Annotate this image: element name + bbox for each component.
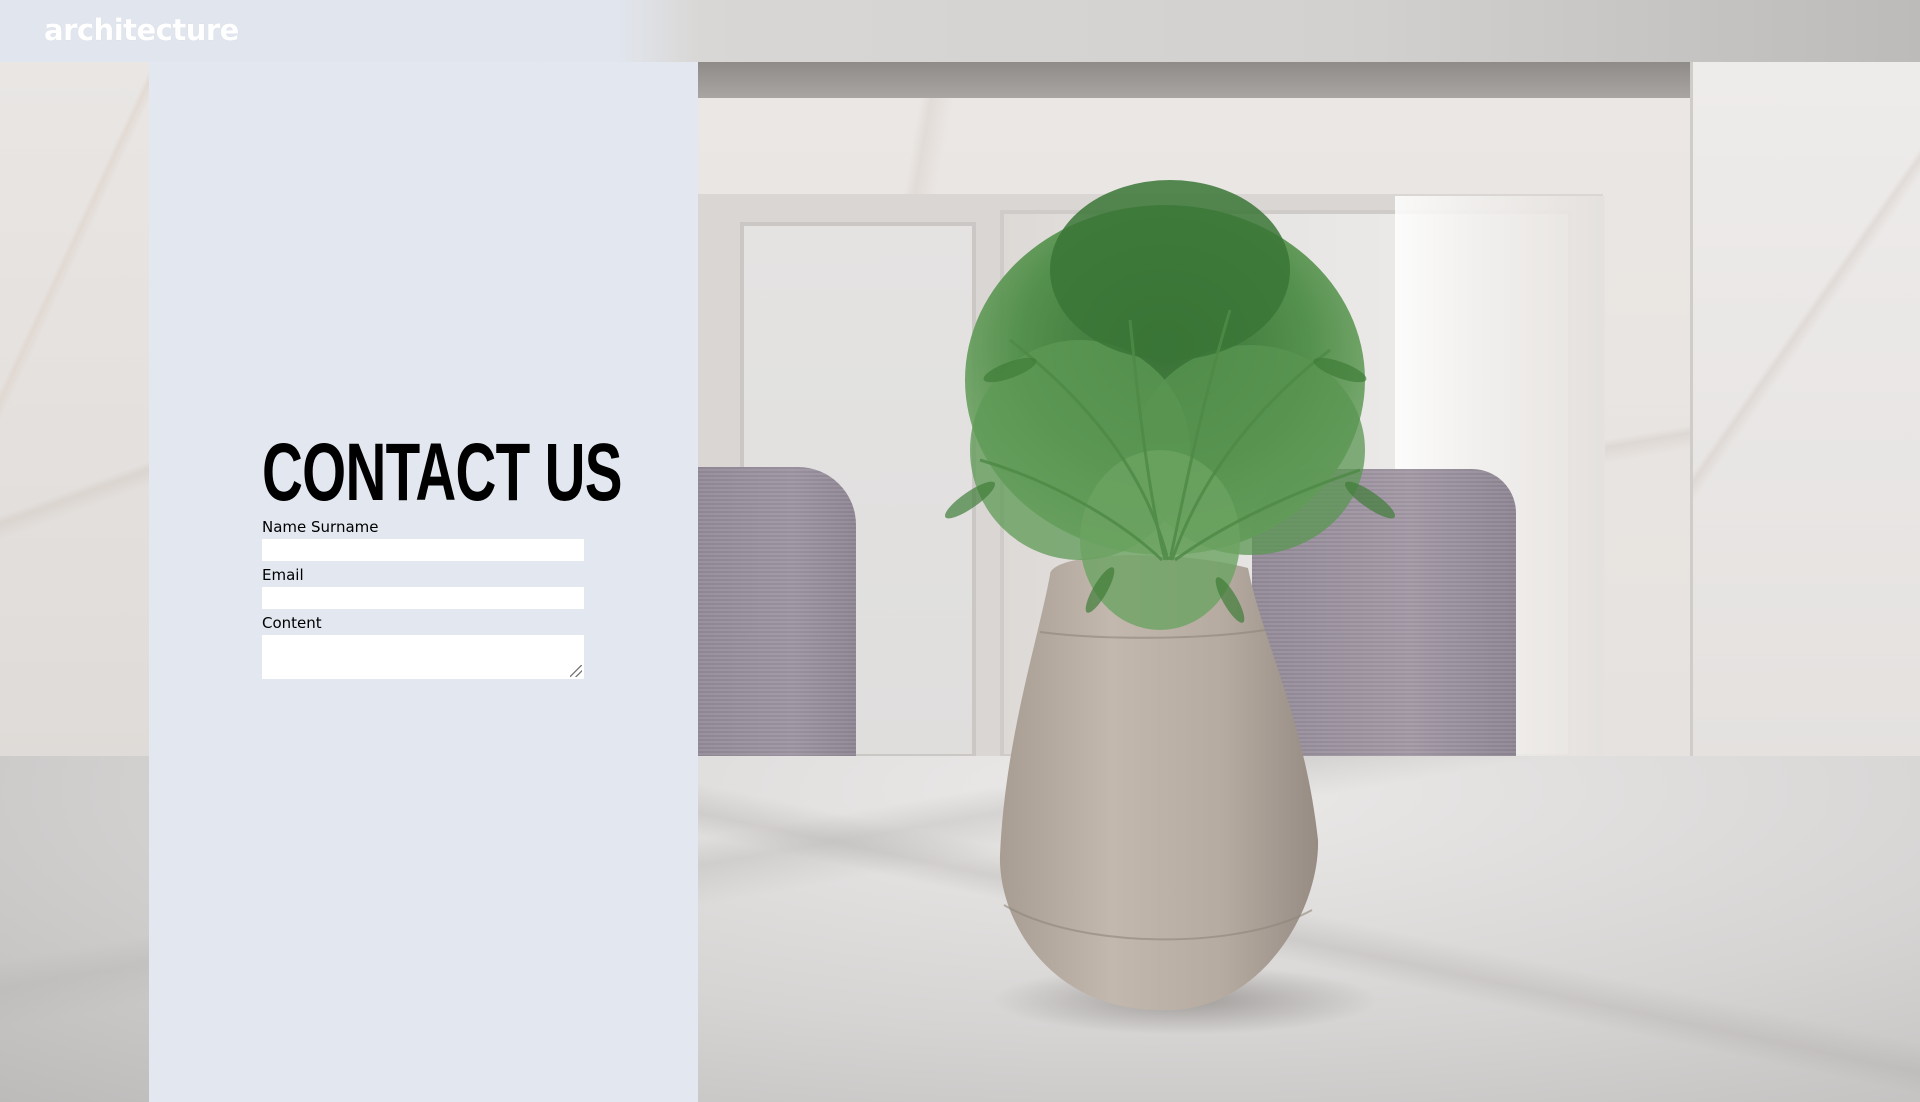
email-label: Email <box>262 566 304 584</box>
contact-form: CONTACT US Name Surname Email Content <box>262 427 622 679</box>
name-surname-label: Name Surname <box>262 518 379 536</box>
content-textarea[interactable] <box>262 635 584 679</box>
ceiling-beam <box>698 62 1693 98</box>
content-textarea-wrapper <box>262 635 584 679</box>
page: architecture CONTACT US Name Surname Ema… <box>0 0 1920 1102</box>
potted-plant-illustration <box>945 180 1395 1011</box>
content-label: Content <box>262 614 322 632</box>
top-bar: architecture <box>0 0 1920 62</box>
left-marble-wall <box>0 62 150 832</box>
resize-handle-icon[interactable] <box>570 665 582 677</box>
brand-logo-text[interactable]: architecture <box>44 12 239 48</box>
right-marble-wall <box>1693 62 1920 762</box>
contact-title: CONTACT US <box>262 427 622 518</box>
left-chair <box>698 467 856 767</box>
email-input[interactable] <box>262 587 584 609</box>
name-surname-input[interactable] <box>262 539 584 561</box>
contact-panel: CONTACT US Name Surname Email Content <box>149 62 698 1102</box>
